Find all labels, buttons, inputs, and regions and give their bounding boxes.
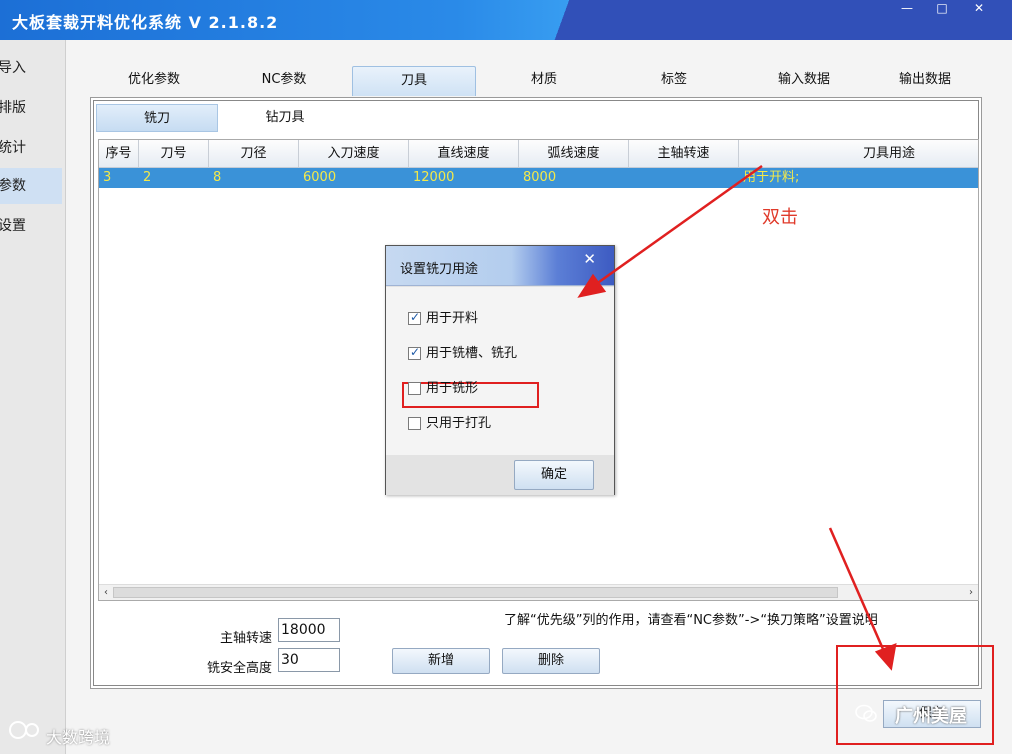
- checkbox[interactable]: [408, 345, 421, 360]
- subtab-drill-tools[interactable]: 钻刀具: [224, 104, 346, 132]
- tab-input-data[interactable]: 输入数据: [740, 66, 868, 96]
- table-cell: 2: [143, 170, 152, 185]
- sidebar-item-layout[interactable]: 排版: [0, 90, 62, 126]
- sidebar-item-label: 排版: [0, 100, 26, 116]
- column-header[interactable]: 刀号: [139, 140, 209, 167]
- option-label: 用于铣槽、铣孔: [426, 346, 518, 361]
- spindle-speed-input[interactable]: 18000: [278, 618, 340, 642]
- dialog-title: 设置铣刀用途: [400, 262, 479, 277]
- delete-button[interactable]: 删除: [502, 648, 600, 674]
- column-header[interactable]: 直线速度: [409, 140, 519, 167]
- maximize-button[interactable]: □: [925, 0, 959, 18]
- column-header[interactable]: 刀径: [209, 140, 299, 167]
- sidebar-item-label: 设置: [0, 218, 26, 234]
- column-header[interactable]: 主轴转速: [629, 140, 739, 167]
- column-header[interactable]: 刀具用途: [739, 140, 1012, 167]
- sidebar-item-label: 参数: [0, 178, 26, 194]
- table-cell: 用于开料;: [743, 170, 800, 185]
- column-header[interactable]: 入刀速度: [299, 140, 409, 167]
- checkbox[interactable]: [408, 310, 421, 325]
- add-button[interactable]: 新增: [392, 648, 490, 674]
- dialog-title-bar: 设置铣刀用途 ✕: [386, 246, 614, 286]
- title-bar: 大板套裁开料优化系统 V 2.1.8.2 — □ ✕: [0, 0, 1012, 40]
- scroll-right-icon[interactable]: ›: [964, 585, 978, 601]
- horizontal-scrollbar[interactable]: ‹ ›: [99, 584, 978, 600]
- sidebar: 导入 排版 统计 参数 设置: [0, 40, 66, 754]
- table-row[interactable]: 3 2 8 6000 12000 8000 用于开料;: [99, 168, 978, 188]
- annotation-red-box: [836, 645, 994, 745]
- sidebar-item-label: 统计: [0, 140, 26, 156]
- tab-nc-params[interactable]: NC参数: [220, 66, 348, 96]
- minimize-button[interactable]: —: [890, 0, 924, 18]
- tab-tools[interactable]: 刀具: [352, 66, 476, 96]
- scroll-thumb[interactable]: [113, 587, 838, 598]
- sidebar-item-params[interactable]: 参数: [0, 168, 62, 204]
- tab-label[interactable]: 标签: [610, 66, 738, 96]
- checkbox[interactable]: [408, 382, 421, 395]
- sidebar-item-stats[interactable]: 统计: [0, 130, 62, 166]
- dialog-body: 用于开料 用于铣槽、铣孔 用于铣形 只用于打孔: [386, 287, 614, 455]
- spindle-speed-label: 主轴转速: [219, 631, 272, 646]
- option-label: 只用于打孔: [426, 416, 492, 431]
- dialog-footer: 确定: [386, 455, 614, 495]
- scroll-left-icon[interactable]: ‹: [99, 585, 113, 601]
- close-button[interactable]: ✕: [962, 0, 996, 18]
- safe-height-input[interactable]: 30: [278, 648, 340, 672]
- dialog-close-icon[interactable]: ✕: [583, 250, 596, 268]
- sidebar-item-label: 导入: [0, 60, 26, 76]
- annotation-double-click: 双击: [762, 207, 798, 228]
- help-note: 了解“优先级”列的作用，请查看“NC参数”->“换刀策略”设置说明: [504, 613, 878, 628]
- table-cell: 8: [213, 170, 222, 185]
- table-cell: 12000: [413, 170, 455, 185]
- ok-button[interactable]: 确定: [514, 460, 594, 490]
- subtab-milling-cutter[interactable]: 铣刀: [96, 104, 218, 132]
- table-cell: 6000: [303, 170, 337, 185]
- table-cell: 8000: [523, 170, 557, 185]
- watermark-logo-icon: [9, 721, 39, 739]
- tab-optimize-params[interactable]: 优化参数: [90, 66, 218, 96]
- column-header[interactable]: 弧线速度: [519, 140, 629, 167]
- wechat-icon: [855, 704, 877, 722]
- watermark-brand: 广州美屋: [895, 706, 967, 727]
- table-header: 序号 刀号 刀径 入刀速度 直线速度 弧线速度 主轴转速 刀具用途: [99, 140, 978, 168]
- watermark-source: 大数跨境: [46, 728, 111, 747]
- sidebar-item-import[interactable]: 导入: [0, 50, 62, 86]
- column-header[interactable]: 序号: [99, 140, 139, 167]
- safe-height-label: 铣安全高度: [206, 661, 272, 676]
- option-label: 用于开料: [426, 311, 479, 326]
- tab-output-data[interactable]: 输出数据: [865, 66, 985, 96]
- checkbox[interactable]: [408, 417, 421, 430]
- app-title: 大板套裁开料优化系统 V 2.1.8.2: [12, 13, 279, 32]
- tab-material[interactable]: 材质: [480, 66, 608, 96]
- option-label: 用于铣形: [426, 381, 479, 396]
- sidebar-item-settings[interactable]: 设置: [0, 208, 62, 244]
- tab-bar: 优化参数 NC参数 刀具 材质 标签 输入数据 输出数据: [90, 66, 985, 96]
- tool-usage-dialog: 设置铣刀用途 ✕ 用于开料 用于铣槽、铣孔 用于铣形 只用于打孔 确定: [385, 245, 615, 495]
- table-cell: 3: [103, 170, 112, 185]
